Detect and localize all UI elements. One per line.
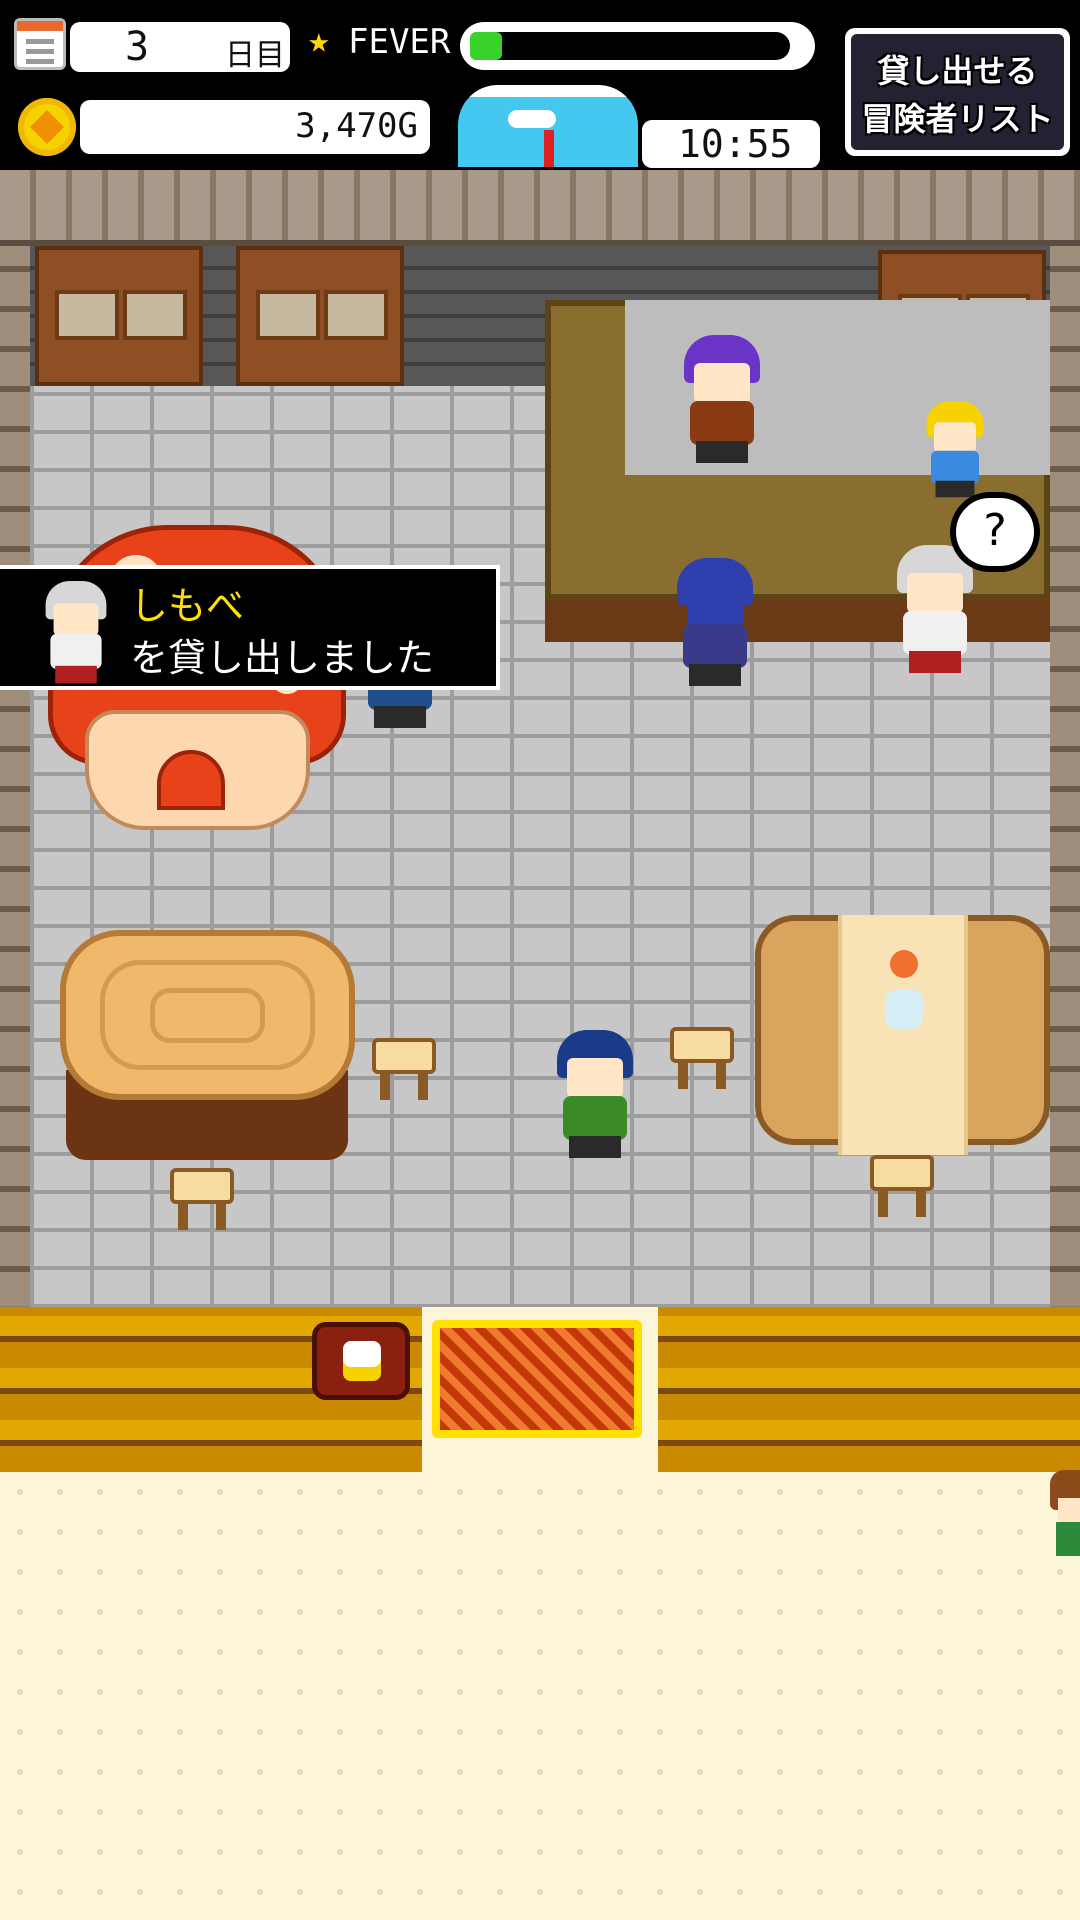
character-blonde-fairy[interactable] [918,401,993,499]
list-button-label-line2: 冒険者リスト [861,100,1054,138]
time-display: 10:55 [642,120,820,168]
stool [372,1038,436,1100]
passerby-character[interactable] [1050,1470,1080,1570]
right-wall [1050,246,1080,1306]
sky-clock-icon [458,85,638,167]
character-navy-hood[interactable] [545,1030,645,1160]
list-button-label-line1: 貸し出せる [877,52,1038,90]
day-number: 3 [125,24,150,70]
left-wall [0,246,30,1306]
flower-vase [885,990,923,1030]
mug-sign-icon[interactable] [312,1322,410,1400]
lent-out-notification: しもべ を貸し出しました [0,565,500,690]
question-bubble[interactable]: ? [950,492,1040,572]
cabinet [236,246,404,386]
outside-ground [0,1472,1080,1920]
top-wall [0,170,1080,246]
day-unit-label: 日目 [225,38,285,73]
notification-message: を貸し出しました [130,636,435,680]
time-value: 10:55 [678,122,793,166]
stool [870,1155,934,1217]
gold-amount: 3,470G [295,106,418,146]
coin-icon [18,98,76,156]
flower [890,950,918,978]
fever-gauge [460,22,815,70]
fever-gauge-fill [470,32,502,60]
notification-avatar [36,581,107,684]
tavern-room[interactable]: ? しもべ を貸し出しました [0,170,1080,1307]
star-icon: ★ [308,20,330,61]
top-hud: 3 日目 ★ FEVER 3,470G 10:55 貸し出せる 冒険者リスト [0,0,1080,170]
character-blue-knight[interactable] [665,558,765,688]
lendable-adventurer-list-button[interactable]: 貸し出せる 冒険者リスト [845,28,1070,156]
fever-label: FEVER [348,22,451,62]
gold-counter: 3,470G [80,100,430,154]
mushroom-house-door[interactable] [157,750,225,810]
door-mat [432,1320,642,1438]
character-purple-hair[interactable] [672,335,772,465]
stool [170,1168,234,1230]
cabinet [35,246,203,386]
stool [670,1027,734,1089]
front-wall-right [658,1307,1080,1472]
day-counter: 3 日目 [70,22,290,73]
notification-name: しもべ [130,584,245,628]
menu-icon[interactable] [14,18,66,70]
